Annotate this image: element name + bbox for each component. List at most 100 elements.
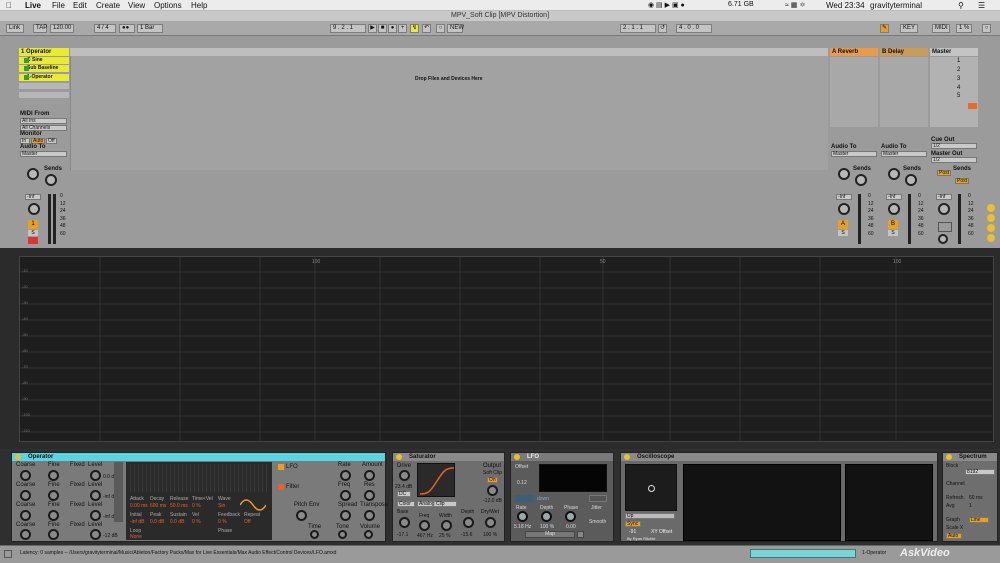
return-a-solo[interactable]: S (838, 230, 848, 236)
color-button[interactable]: Color (397, 501, 415, 507)
send-a-knob[interactable] (27, 168, 39, 180)
scene-2[interactable]: 2 (957, 67, 960, 73)
return-a-send-knob[interactable] (838, 168, 850, 180)
info-view-toggle-icon[interactable] (4, 550, 12, 558)
coarse-knob[interactable] (20, 529, 31, 540)
base-knob[interactable] (399, 517, 410, 528)
master-volume[interactable]: -Inf (936, 194, 952, 200)
envelope-display[interactable]: Attack Decay Release Time<Vel Wave 0.00 … (126, 462, 272, 540)
lfo-amount-knob[interactable] (364, 470, 375, 481)
drywet-knob[interactable] (485, 517, 496, 528)
lfo-wave-icon[interactable] (515, 495, 533, 502)
fine-knob[interactable] (48, 470, 59, 481)
loop-length[interactable]: 4 . 0 . 0 (676, 24, 712, 33)
pan-knob[interactable] (28, 203, 40, 215)
monitor-off[interactable]: Off (46, 138, 57, 144)
tone-knob[interactable] (338, 530, 347, 539)
drive-knob[interactable] (399, 470, 410, 481)
coarse-knob[interactable] (20, 470, 31, 481)
clip-play-icon[interactable] (24, 66, 29, 71)
record-icon[interactable]: ● (388, 24, 397, 33)
return-b-activator[interactable]: B (888, 220, 898, 229)
clip-play-icon[interactable] (24, 58, 29, 63)
menu-create[interactable]: Create (96, 1, 120, 10)
map-clear-icon[interactable] (577, 531, 584, 538)
phase-knob[interactable] (565, 511, 576, 522)
output-knob[interactable] (487, 485, 498, 496)
env-loop-value[interactable]: None (130, 534, 142, 540)
metronome-button[interactable]: ●● (119, 24, 135, 33)
env-peak-value[interactable]: 0.0 dB (150, 519, 164, 525)
track-volume-value[interactable]: -Inf (25, 194, 41, 200)
soft-clip-toggle[interactable]: On (487, 477, 498, 483)
lfo-title[interactable]: LFO (511, 453, 613, 461)
menu-file[interactable]: File (52, 1, 65, 10)
clock[interactable]: Wed 23:34 (826, 1, 865, 10)
link-button[interactable]: Link (6, 24, 24, 33)
return-a-header[interactable]: A Reverb (830, 48, 878, 56)
new-button[interactable]: NEW (447, 24, 464, 33)
io-toggle-icon[interactable] (987, 204, 995, 212)
map-button[interactable]: Map (525, 531, 575, 538)
cue-out-select[interactable]: 1/2 (931, 143, 977, 149)
filter-res-knob[interactable] (364, 490, 375, 501)
device-power-icon[interactable] (396, 454, 402, 460)
scope-mode-select[interactable]: Up (625, 513, 675, 519)
track-1-header[interactable]: 1 Operator (19, 48, 69, 56)
return-a-activator[interactable]: A (838, 220, 848, 229)
automation-arm-icon[interactable]: ↯ (410, 24, 419, 33)
depth-knob[interactable] (541, 511, 552, 522)
key-map-button[interactable]: KEY (900, 24, 918, 33)
level-knob[interactable] (90, 490, 101, 501)
algorithm-strip[interactable] (114, 462, 123, 522)
width-knob[interactable] (441, 520, 452, 531)
avg-value[interactable]: 1 (969, 503, 972, 509)
transpose-knob[interactable] (364, 510, 375, 521)
env-wave-value[interactable]: Sin (218, 503, 225, 509)
saturator-title[interactable]: Saturator (393, 453, 504, 461)
master-out-select[interactable]: 1/2 (931, 157, 977, 163)
master-header[interactable]: Master (930, 48, 978, 56)
master-pan-knob[interactable] (938, 203, 950, 215)
wifi-icon[interactable]: ≈ ▦ ⚛ (785, 1, 806, 9)
stop-icon[interactable]: ■ (378, 24, 387, 33)
return-b-send-knob[interactable] (905, 174, 917, 186)
coarse-knob[interactable] (20, 510, 31, 521)
device-chain-overview[interactable] (750, 549, 856, 558)
block-select[interactable]: 8192 (965, 469, 995, 475)
session-record-icon[interactable]: ○ (436, 24, 445, 33)
return-b-pan-knob[interactable] (888, 203, 900, 215)
empty-slot[interactable] (19, 92, 69, 99)
list-icon[interactable]: ☰ (978, 1, 985, 10)
env-vel-value[interactable]: 0 % (192, 519, 201, 525)
depth-knob[interactable] (463, 517, 474, 528)
filter-freq-knob[interactable] (340, 490, 351, 501)
curve-select[interactable]: Analog Clip (417, 501, 457, 507)
sync-button[interactable]: Sync (625, 521, 641, 527)
quantize-select[interactable]: 1 Bar (137, 24, 163, 33)
send-b-knob[interactable] (45, 174, 57, 186)
level-knob[interactable] (90, 510, 101, 521)
dc-button[interactable]: DC (397, 491, 411, 497)
master-post-a[interactable]: Post (937, 170, 951, 176)
menu-view[interactable]: View (128, 1, 145, 10)
loop-start[interactable]: 2 . 1 . 1 (620, 24, 656, 33)
menu-options[interactable]: Options (154, 1, 182, 10)
env-attack-value[interactable]: 0.00 ms (130, 503, 148, 509)
drop-zone[interactable] (70, 48, 828, 170)
env-decay-value[interactable]: 600 ms (150, 503, 166, 509)
song-position[interactable]: 9 . 2 . 1 (330, 24, 366, 33)
return-b-header[interactable]: B Delay (880, 48, 928, 56)
spread-knob[interactable] (340, 510, 351, 521)
return-b-solo[interactable]: S (888, 230, 898, 236)
return-b-volume[interactable]: -Inf (886, 194, 902, 200)
menu-app[interactable]: Live (25, 1, 41, 10)
mixer-toggle-icon[interactable] (987, 234, 995, 242)
return-a-send-knob[interactable] (855, 174, 867, 186)
env-timevel-value[interactable]: 0 % (192, 503, 201, 509)
fine-knob[interactable] (48, 529, 59, 540)
loop-icon[interactable]: ↺ (658, 24, 667, 33)
operator-title[interactable]: Operator (12, 453, 385, 461)
level-knob[interactable] (90, 529, 101, 540)
scene-1[interactable]: 1 (957, 58, 960, 64)
